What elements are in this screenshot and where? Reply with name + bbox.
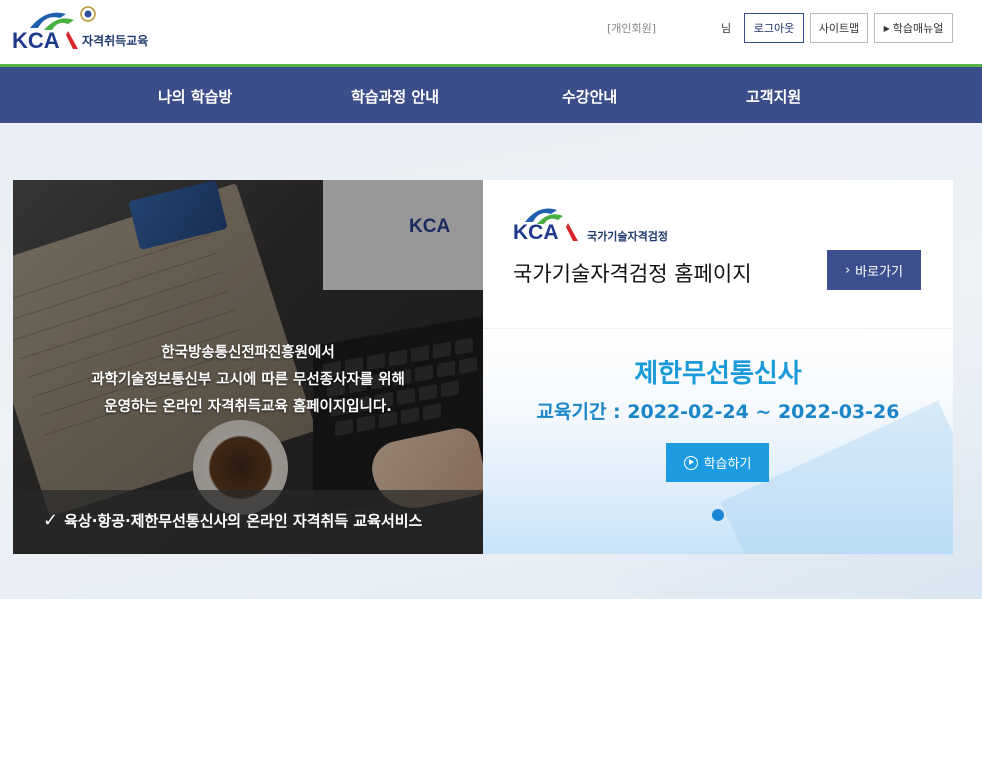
intro-text: 한국방송통신전파진흥원에서 과학기술정보통신부 고시에 따른 무선종사자를 위해… (13, 340, 483, 421)
course-period: 교육기간 : 2022-02-24 ~ 2022-03-26 (536, 401, 900, 423)
chevron-right-icon: › (844, 262, 851, 278)
learning-manual-button[interactable]: ▶ 학습매뉴얼 (874, 13, 953, 43)
logo-text: KCA (12, 28, 60, 53)
intro-banner-image: KCA 한국방송통신전파진흥원에서 과학기술정보통신부 고시에 따른 무선종사자… (13, 180, 483, 554)
national-cert-logo-subtitle: 국가기술자격검정 (587, 230, 668, 243)
course-panel: 제한무선통신사 교육기간 : 2022-02-24 ~ 2022-03-26 학… (483, 329, 953, 554)
site-header: KCA 자격취득교육 [개인회원] 님 로그아웃 사이트맵 ▶ 학습매뉴얼 (0, 0, 982, 64)
national-cert-logo-text: KCA (513, 221, 559, 244)
play-circle-icon (683, 455, 698, 470)
user-greeting: 님 (721, 22, 732, 35)
go-national-cert-button[interactable]: › 바로가기 (827, 250, 921, 290)
go-button-label: 바로가기 (855, 264, 904, 280)
service-caption-text: 육상·항공·제한무선통신사의 온라인 자격취득 교육서비스 (64, 512, 423, 530)
logo-slash-icon (66, 31, 78, 49)
member-type-tag: [개인회원] (607, 22, 657, 35)
main-nav: 나의 학습방 학습과정 안내 수강안내 고객지원 (0, 64, 982, 123)
course-title: 제한무선통신사 (634, 359, 802, 389)
logo-subtitle: 자격취득교육 (82, 34, 149, 48)
start-study-label: 학습하기 (703, 457, 752, 472)
nav-enrollment-guide[interactable]: 수강안내 (562, 86, 617, 107)
intro-line-2: 과학기술정보통신부 고시에 따른 무선종사자를 위해 (91, 372, 405, 388)
nav-course-guide[interactable]: 학습과정 안내 (351, 86, 439, 107)
national-cert-logo: KCA 국가기술자격검정 (513, 202, 713, 246)
sitemap-button[interactable]: 사이트맵 (810, 13, 868, 43)
intro-line-3: 운영하는 온라인 자격취득교육 홈페이지입니다. (104, 399, 392, 415)
national-cert-title: 국가기술자격검정 홈페이지 (513, 262, 752, 286)
kca-logo[interactable]: KCA 자격취득교육 (12, 4, 162, 53)
learning-manual-label: 학습매뉴얼 (892, 22, 944, 35)
national-cert-panel: KCA 국가기술자격검정 국가기술자격검정 홈페이지 › 바로가기 (483, 180, 953, 328)
check-icon: ✓ (43, 510, 59, 531)
start-study-button[interactable]: 학습하기 (666, 443, 769, 482)
nav-customer-support[interactable]: 고객지원 (746, 86, 801, 107)
logout-button[interactable]: 로그아웃 (744, 13, 804, 43)
slider-dot-active[interactable] (712, 509, 724, 521)
service-caption: ✓ 육상·항공·제한무선통신사의 온라인 자격취득 교육서비스 (43, 510, 422, 531)
triangle-right-icon: ▶ (883, 23, 890, 33)
logo-slash-icon (566, 223, 578, 241)
service-caption-bar: ✓ 육상·항공·제한무선통신사의 온라인 자격취득 교육서비스 (13, 490, 483, 554)
intro-line-1: 한국방송통신전파진흥원에서 (161, 345, 335, 361)
nav-my-study-room[interactable]: 나의 학습방 (158, 86, 232, 107)
